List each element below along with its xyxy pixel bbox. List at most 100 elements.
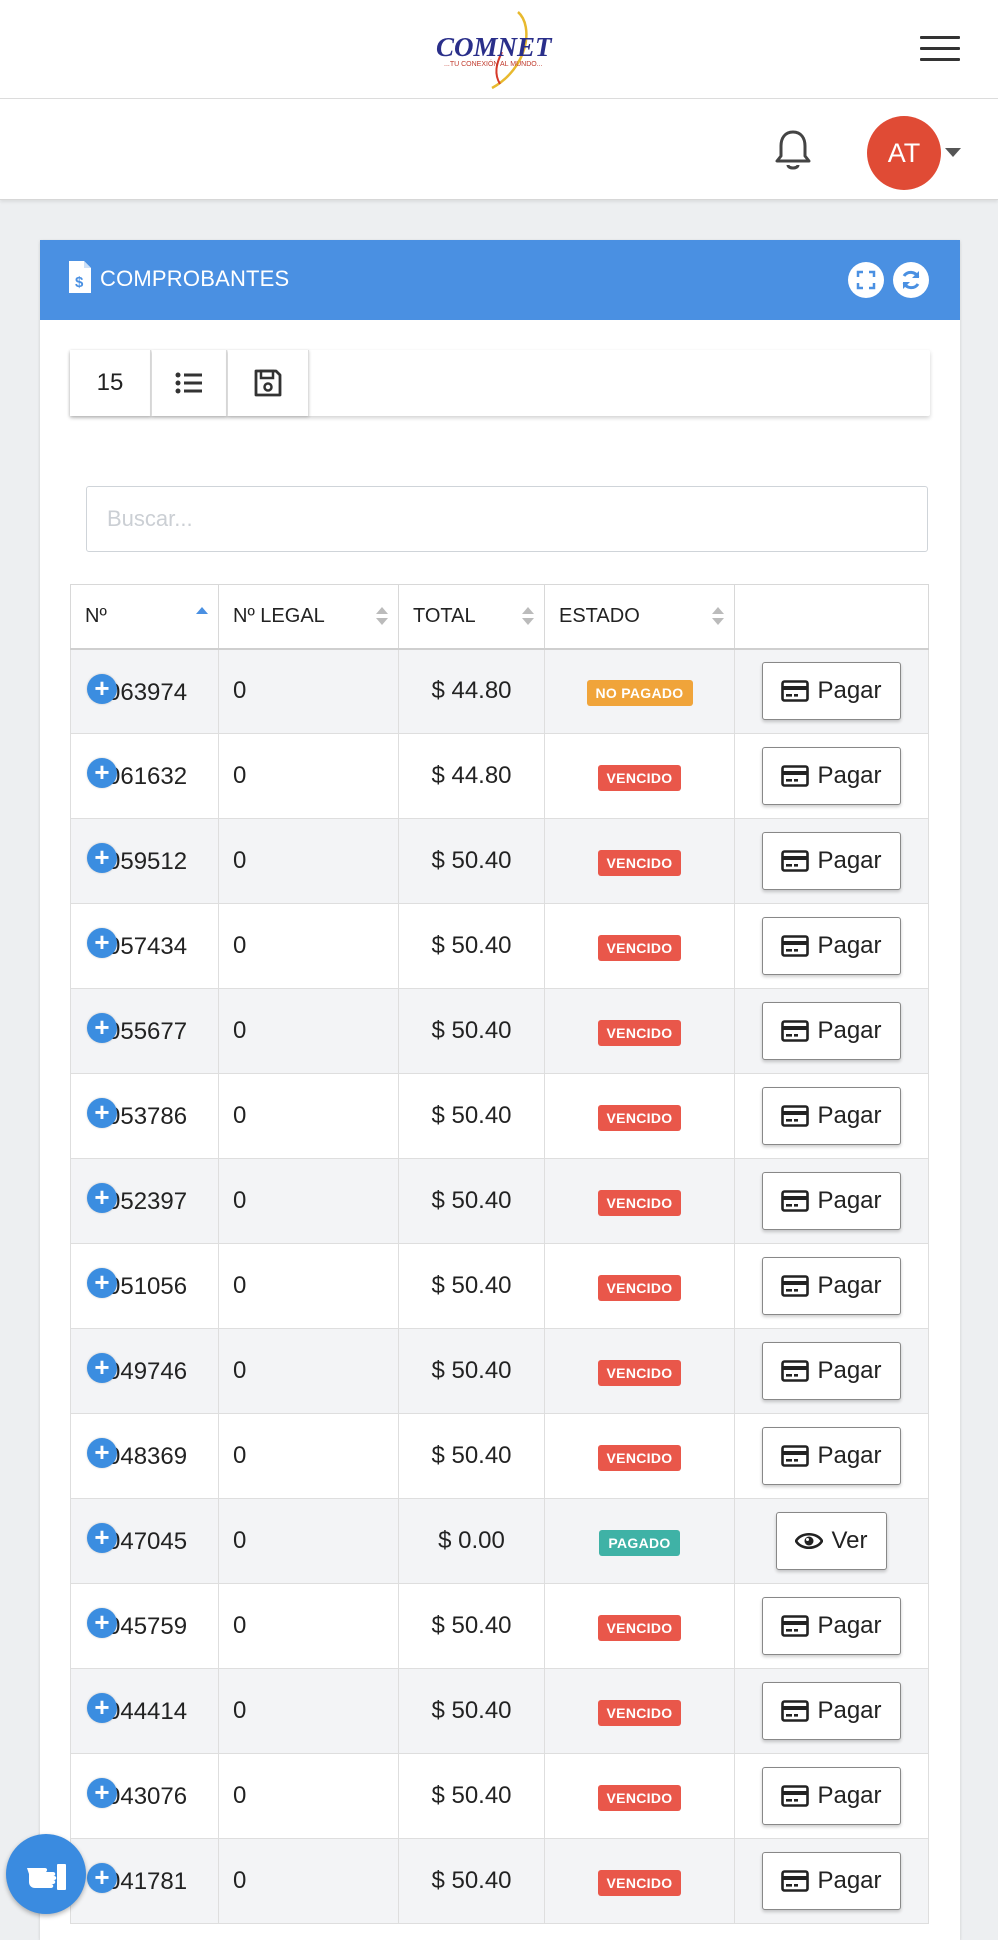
pay-button[interactable]: Pagar xyxy=(762,1257,901,1315)
expand-row-button[interactable]: + xyxy=(87,1268,117,1298)
cell-total: $ 50.40 xyxy=(398,988,545,1074)
status-badge: VENCIDO xyxy=(597,1019,682,1046)
pay-button[interactable]: Pagar xyxy=(762,1172,901,1230)
cell-legal: 0 xyxy=(218,1413,399,1499)
view-button[interactable]: Ver xyxy=(776,1512,887,1570)
columns-button[interactable] xyxy=(152,350,227,416)
legal-number: 0 xyxy=(233,677,247,705)
pay-button[interactable]: Pagar xyxy=(762,1427,901,1485)
total-amount: $ 44.80 xyxy=(431,762,512,789)
fullscreen-button[interactable] xyxy=(848,262,884,298)
col-header-legal[interactable]: Nº LEGAL xyxy=(218,584,399,650)
pay-button[interactable]: Pagar xyxy=(762,832,901,890)
total-amount: $ 0.00 xyxy=(438,1527,505,1554)
export-button[interactable] xyxy=(228,350,309,416)
col-header-estado[interactable]: ESTADO xyxy=(544,584,735,650)
cell-num: 063974 + xyxy=(70,648,219,734)
pay-button[interactable]: Pagar xyxy=(762,747,901,805)
legal-number: 0 xyxy=(233,1782,247,1809)
action-label: Pagar xyxy=(817,1612,882,1639)
table-row: 053786 +0 $ 50.40 VENCIDO Pagar xyxy=(70,1073,929,1159)
col-header-total-label: TOTAL xyxy=(413,604,476,627)
bell-icon[interactable] xyxy=(773,128,813,172)
col-header-num-label: Nº xyxy=(85,604,107,627)
table-row: 048369 +0 $ 50.40 VENCIDO Pagar xyxy=(70,1413,929,1499)
cell-action: Pagar xyxy=(734,988,929,1074)
expand-row-button[interactable]: + xyxy=(87,1013,117,1043)
refresh-button[interactable] xyxy=(893,262,929,298)
expand-row-button[interactable]: + xyxy=(87,1523,117,1553)
credit-card-icon xyxy=(781,935,810,957)
col-header-num[interactable]: Nº xyxy=(70,584,219,650)
action-label: Pagar xyxy=(817,932,882,959)
expand-row-button[interactable]: + xyxy=(87,1608,117,1638)
pay-button[interactable]: Pagar xyxy=(762,1852,901,1910)
pay-button[interactable]: Pagar xyxy=(762,1767,901,1825)
expand-row-button[interactable]: + xyxy=(87,1353,117,1383)
legal-number: 0 xyxy=(233,1272,247,1299)
invoice-number: 045759 xyxy=(107,1613,188,1640)
pay-button[interactable]: Pagar xyxy=(762,1002,901,1060)
invoice-number: 044414 xyxy=(107,1698,188,1725)
legal-number: 0 xyxy=(233,847,247,874)
avatar[interactable]: AT xyxy=(867,116,941,190)
menu-icon[interactable] xyxy=(920,36,960,62)
credit-card-icon xyxy=(781,1615,810,1637)
credit-card-icon xyxy=(781,1785,810,1807)
table-row: 055677 +0 $ 50.40 VENCIDO Pagar xyxy=(70,988,929,1074)
cell-legal: 0 xyxy=(218,818,399,904)
cell-num: 047045 + xyxy=(70,1498,219,1584)
total-amount: $ 44.80 xyxy=(431,677,512,705)
cell-num: 053786 + xyxy=(70,1073,219,1159)
table-row: 043076 +0 $ 50.40 VENCIDO Pagar xyxy=(70,1753,929,1839)
pay-button[interactable]: Pagar xyxy=(762,662,901,721)
expand-row-button[interactable]: + xyxy=(87,1438,117,1468)
pay-button[interactable]: Pagar xyxy=(762,1087,901,1145)
cell-num: 059512 + xyxy=(70,818,219,904)
status-badge: VENCIDO xyxy=(597,1189,682,1216)
status-badge: VENCIDO xyxy=(597,1359,682,1386)
cell-num: 043076 + xyxy=(70,1753,219,1839)
expand-row-button[interactable]: + xyxy=(87,928,117,958)
expand-row-button[interactable]: + xyxy=(87,843,117,873)
expand-row-button[interactable]: + xyxy=(87,758,117,788)
total-amount: $ 50.40 xyxy=(431,1357,512,1384)
list-icon xyxy=(175,372,202,394)
search-input[interactable] xyxy=(86,486,928,552)
pay-button[interactable]: Pagar xyxy=(762,917,901,975)
total-amount: $ 50.40 xyxy=(431,1782,512,1809)
status-badge: VENCIDO xyxy=(597,1699,682,1726)
expand-row-button[interactable]: + xyxy=(87,1693,117,1723)
invoice-number: 052397 xyxy=(107,1188,188,1215)
col-header-total[interactable]: TOTAL xyxy=(398,584,545,650)
svg-text:$: $ xyxy=(75,274,84,291)
total-amount: $ 50.40 xyxy=(431,1272,512,1299)
invoice-number: 049746 xyxy=(107,1358,188,1385)
cell-total: $ 44.80 xyxy=(398,733,545,819)
pay-button[interactable]: Pagar xyxy=(762,1342,901,1400)
pay-button[interactable]: Pagar xyxy=(762,1597,901,1655)
credit-card-icon xyxy=(781,1360,810,1382)
expand-row-button[interactable]: + xyxy=(87,1098,117,1128)
expand-row-button[interactable]: + xyxy=(87,1863,117,1893)
credit-card-icon xyxy=(781,850,810,872)
logo-tagline: ...TU CONEXIÓN AL MUNDO... xyxy=(444,59,543,68)
pay-button[interactable]: Pagar xyxy=(762,1682,901,1740)
action-label: Pagar xyxy=(817,1867,882,1894)
comnet-logo[interactable]: COMNET ...TU CONEXIÓN AL MUNDO... xyxy=(430,8,570,90)
invoice-number: 051056 xyxy=(107,1273,188,1300)
invoice-number: 059512 xyxy=(107,848,188,875)
help-button[interactable] xyxy=(6,1834,86,1914)
invoice-number: 041781 xyxy=(107,1868,188,1895)
sort-asc-icon xyxy=(196,607,208,627)
cell-legal: 0 xyxy=(218,988,399,1074)
chevron-down-icon[interactable] xyxy=(945,148,961,157)
page-size-button[interactable]: 15 xyxy=(70,350,151,416)
total-amount: $ 50.40 xyxy=(431,1697,512,1724)
expand-row-button[interactable]: + xyxy=(87,1183,117,1213)
expand-row-button[interactable]: + xyxy=(87,673,117,704)
action-label: Pagar xyxy=(817,1187,882,1214)
expand-row-button[interactable]: + xyxy=(87,1778,117,1808)
top-bar: COMNET ...TU CONEXIÓN AL MUNDO... xyxy=(0,0,998,99)
total-amount: $ 50.40 xyxy=(431,1612,512,1639)
